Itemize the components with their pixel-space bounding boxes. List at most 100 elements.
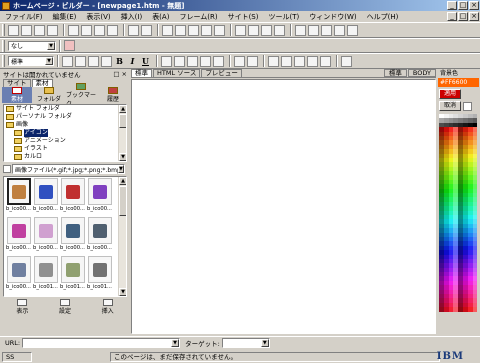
- scroll-up-icon[interactable]: ▲: [119, 105, 126, 113]
- toolbar-grip[interactable]: [2, 55, 5, 67]
- tree-node[interactable]: パーソナル フォルダ: [4, 113, 126, 121]
- toolbar-grip[interactable]: [2, 39, 5, 52]
- style-edit-icon[interactable]: [64, 40, 75, 51]
- paragraph-select[interactable]: 標準 ▼: [8, 56, 54, 66]
- page-edit-canvas[interactable]: [131, 79, 436, 334]
- category-material[interactable]: 素材: [2, 87, 32, 103]
- scroll-thumb[interactable]: [119, 114, 126, 128]
- tree-node[interactable]: アニメーション: [4, 137, 126, 145]
- table-delete-icon[interactable]: [320, 55, 331, 67]
- menu-frame[interactable]: フレーム(R): [174, 12, 222, 22]
- scroll-thumb[interactable]: [119, 186, 126, 216]
- outdent-icon[interactable]: [247, 55, 258, 67]
- numbered-list-icon[interactable]: [213, 55, 224, 67]
- scroll-up-icon[interactable]: ▲: [119, 177, 126, 185]
- align-right-icon[interactable]: [261, 24, 272, 36]
- menu-table[interactable]: 表(A): [147, 12, 174, 22]
- align-center-icon[interactable]: [248, 24, 259, 36]
- menu-help[interactable]: ヘルプ(H): [362, 12, 404, 22]
- clip-icon[interactable]: [321, 24, 332, 36]
- paragraph-center-icon[interactable]: [174, 55, 185, 67]
- doc-restore-button[interactable]: □: [458, 12, 468, 21]
- scroll-down-icon[interactable]: ▼: [119, 288, 126, 296]
- insert-button[interactable]: 挿入: [102, 299, 114, 315]
- settings-button[interactable]: 設定: [59, 299, 71, 315]
- tree-node[interactable]: サイト フォルダ: [4, 105, 126, 113]
- insert-image-icon[interactable]: [175, 24, 186, 36]
- undo-icon[interactable]: [128, 24, 139, 36]
- thumbnail-item[interactable]: b_ico00...: [86, 178, 113, 217]
- thumbnail-item[interactable]: b_ico01...: [32, 256, 59, 295]
- table-col-icon[interactable]: [281, 55, 292, 67]
- thumbnail-item[interactable]: b_ico00...: [5, 256, 32, 295]
- target-select[interactable]: ▼: [221, 338, 270, 348]
- browser-preview-icon[interactable]: [334, 24, 345, 36]
- folder-tree[interactable]: サイト フォルダ パーソナル フォルダ 画像 アイコン アニメーション イラスト カルロ ▲…: [3, 104, 127, 162]
- redo-icon[interactable]: [141, 24, 152, 36]
- print-icon[interactable]: [68, 24, 79, 36]
- paragraph-left-icon[interactable]: [161, 55, 172, 67]
- apply-button[interactable]: 適用: [439, 89, 461, 99]
- menu-file[interactable]: ファイル(F): [0, 12, 48, 22]
- paste-icon[interactable]: [107, 24, 118, 36]
- attribute-icon[interactable]: [341, 55, 352, 67]
- thumbnail-item[interactable]: b_ico00...: [59, 178, 86, 217]
- menu-view[interactable]: 表示(V): [81, 12, 115, 22]
- thumbnail-view[interactable]: b_ico00... b_ico00... b_ico00... b_ico00...…: [3, 176, 127, 297]
- spellcheck-icon[interactable]: [274, 24, 285, 36]
- align-left-icon[interactable]: [235, 24, 246, 36]
- panel-close-icon[interactable]: □ ×: [113, 70, 127, 78]
- font-size-up-icon[interactable]: [75, 55, 86, 67]
- insert-link-icon[interactable]: [214, 24, 225, 36]
- thumbnail-item[interactable]: b_ico00...: [59, 217, 86, 256]
- thumbnail-item[interactable]: b_ico00...: [32, 217, 59, 256]
- category-folder[interactable]: フォルダ: [34, 87, 64, 103]
- color-icon[interactable]: [308, 24, 319, 36]
- thumbnail-item[interactable]: b_ico00...: [5, 178, 32, 217]
- scroll-down-icon[interactable]: ▼: [119, 153, 126, 161]
- color-palette[interactable]: [439, 114, 478, 312]
- thumbnail-item[interactable]: b_ico01...: [86, 256, 113, 295]
- style-select[interactable]: なし ▼: [8, 40, 56, 51]
- tab-material[interactable]: 素材: [31, 79, 53, 87]
- tab-preview[interactable]: プレビュー: [201, 69, 242, 77]
- thumbnail-item[interactable]: b_ico00...: [5, 217, 32, 256]
- insert-table-icon[interactable]: [162, 24, 173, 36]
- tree-node[interactable]: 画像: [4, 121, 126, 129]
- menu-window[interactable]: ウィンドウ(W): [304, 12, 361, 22]
- eyedropper-icon[interactable]: [463, 101, 472, 111]
- text-color-icon[interactable]: [101, 55, 112, 67]
- cut-icon[interactable]: [81, 24, 92, 36]
- italic-button[interactable]: I: [127, 56, 138, 66]
- font-icon[interactable]: [88, 55, 99, 67]
- tab-normal[interactable]: 標準: [131, 69, 152, 77]
- list-icon[interactable]: [200, 55, 211, 67]
- close-button[interactable]: ×: [469, 1, 479, 10]
- thumbnail-item[interactable]: b_ico00...: [86, 217, 113, 256]
- minimize-button[interactable]: _: [447, 1, 457, 10]
- paragraph-right-icon[interactable]: [187, 55, 198, 67]
- menu-tools[interactable]: ツール(T): [263, 12, 304, 22]
- tree-scrollbar[interactable]: ▲ ▼: [118, 105, 126, 161]
- insert-form-icon[interactable]: [188, 24, 199, 36]
- doc-minimize-button[interactable]: _: [447, 12, 457, 21]
- palette-swatch[interactable]: [472, 307, 478, 312]
- open-icon[interactable]: [21, 24, 32, 36]
- thumbnail-item[interactable]: b_ico00...: [32, 178, 59, 217]
- save-icon[interactable]: [34, 24, 45, 36]
- underline-button[interactable]: U: [140, 56, 151, 66]
- toolbar-grip[interactable]: [2, 24, 5, 36]
- menu-edit[interactable]: 編集(E): [48, 12, 82, 22]
- tab-site[interactable]: サイト: [3, 79, 31, 87]
- tree-node[interactable]: イラスト: [4, 145, 126, 153]
- maximize-button[interactable]: □: [458, 1, 468, 10]
- tree-node[interactable]: カルロ: [4, 153, 126, 161]
- doc-close-button[interactable]: ×: [469, 12, 479, 21]
- thumbnail-item[interactable]: b_ico01...: [59, 256, 86, 295]
- thumbnail-scrollbar[interactable]: ▲ ▼: [118, 177, 126, 296]
- menu-insert[interactable]: 挿入(I): [116, 12, 148, 22]
- file-type-select[interactable]: 画像ファイル(*.gif;*.jpg;*.png;*.bmp;*.wmf;*.e…: [12, 164, 125, 174]
- font-size-down-icon[interactable]: [62, 55, 73, 67]
- table-row-icon[interactable]: [268, 55, 279, 67]
- insert-rule-icon[interactable]: [201, 24, 212, 36]
